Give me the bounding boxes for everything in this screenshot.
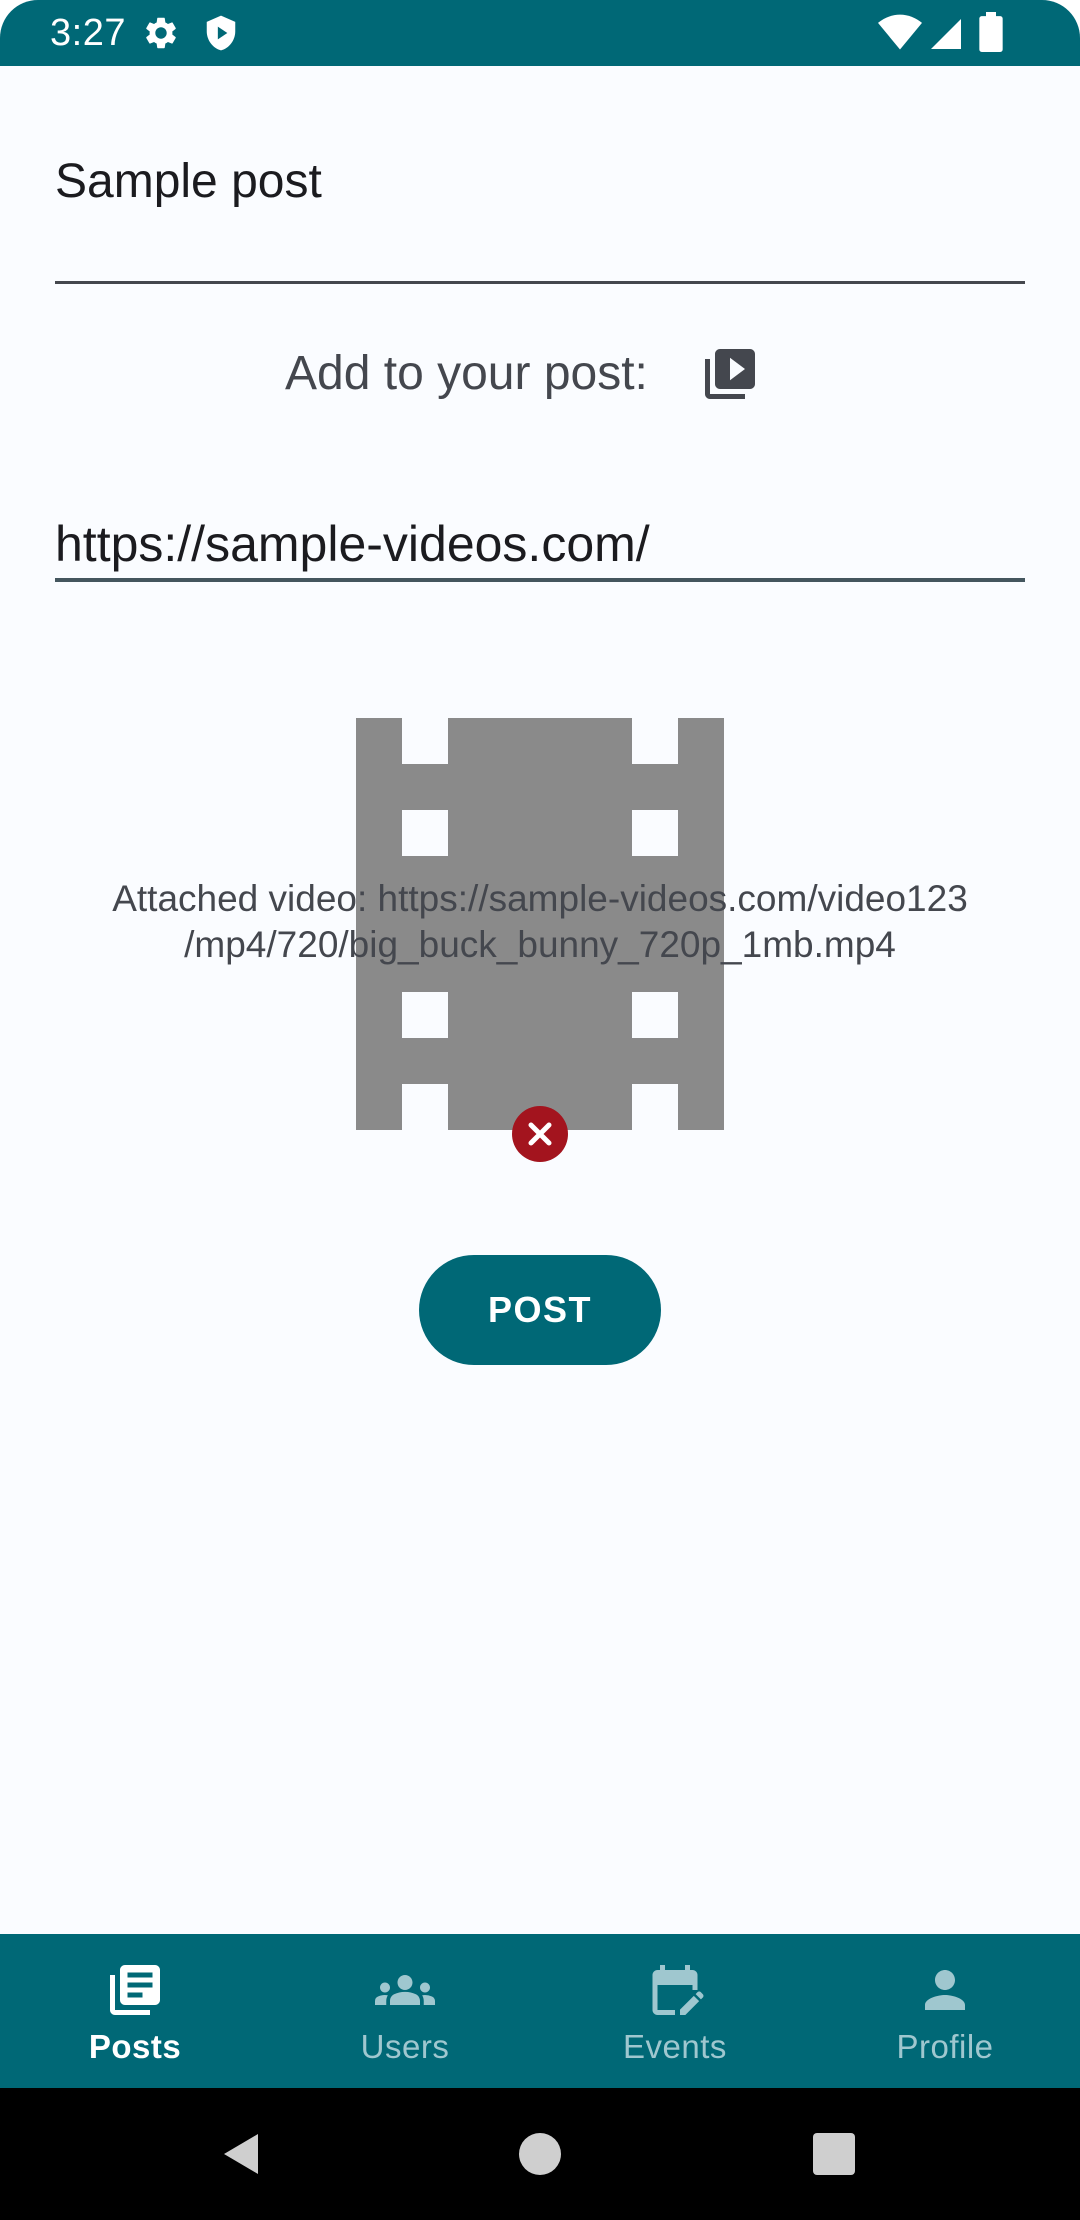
- attached-video-text: Attached video: https://sample-videos.co…: [40, 876, 1040, 968]
- shield-icon: [206, 15, 236, 51]
- nav-item-events[interactable]: Events: [540, 1934, 810, 2088]
- recents-icon[interactable]: [806, 2126, 862, 2182]
- video-url-field[interactable]: https://sample-videos.com/: [55, 505, 1025, 585]
- url-underline: [55, 578, 1025, 582]
- attached-video-line1: Attached video: https://sample-videos.co…: [112, 878, 968, 919]
- nav-item-profile[interactable]: Profile: [810, 1934, 1080, 2088]
- post-title-field[interactable]: Sample post: [55, 130, 1025, 284]
- nav-label-users: Users: [360, 2028, 450, 2065]
- nav-label-profile: Profile: [896, 2028, 994, 2065]
- nav-label-posts: Posts: [88, 2028, 182, 2065]
- system-navigation-bar: [0, 2088, 1080, 2220]
- nav-item-posts[interactable]: Posts: [0, 1934, 270, 2088]
- video-library-icon[interactable]: [700, 344, 760, 404]
- close-icon: [528, 1122, 552, 1146]
- nav-label-events: Events: [623, 2028, 727, 2065]
- post-button[interactable]: POST: [419, 1255, 661, 1365]
- add-to-post-row: Add to your post:: [0, 336, 1080, 416]
- home-icon[interactable]: [512, 2126, 568, 2182]
- app-screen: 3:27 Sample post Add to your post: https…: [0, 0, 1080, 2220]
- bottom-navigation: Posts Users Events Profile: [0, 1934, 1080, 2088]
- status-bar: 3:27: [0, 0, 1080, 66]
- status-time: 3:27: [50, 12, 126, 54]
- signal-icon: [931, 19, 961, 49]
- group-icon: [375, 1975, 435, 2005]
- attached-video-line2: /mp4/720/big_buck_bunny_720p_1mb.mp4: [184, 924, 896, 965]
- add-to-post-label: Add to your post:: [285, 347, 648, 400]
- nav-item-users[interactable]: Users: [270, 1934, 540, 2088]
- calendar-edit-icon: [652, 1965, 704, 2015]
- person-icon: [925, 1970, 965, 2010]
- video-url-value: https://sample-videos.com/: [55, 516, 650, 572]
- title-underline: [55, 281, 1025, 284]
- post-title-value: Sample post: [55, 155, 322, 208]
- wifi-icon: [878, 14, 922, 50]
- settings-icon: [146, 17, 176, 49]
- article-icon: [110, 1965, 160, 2015]
- back-icon[interactable]: [214, 2126, 270, 2182]
- remove-attachment-button[interactable]: [512, 1106, 568, 1162]
- battery-icon: [979, 12, 1003, 52]
